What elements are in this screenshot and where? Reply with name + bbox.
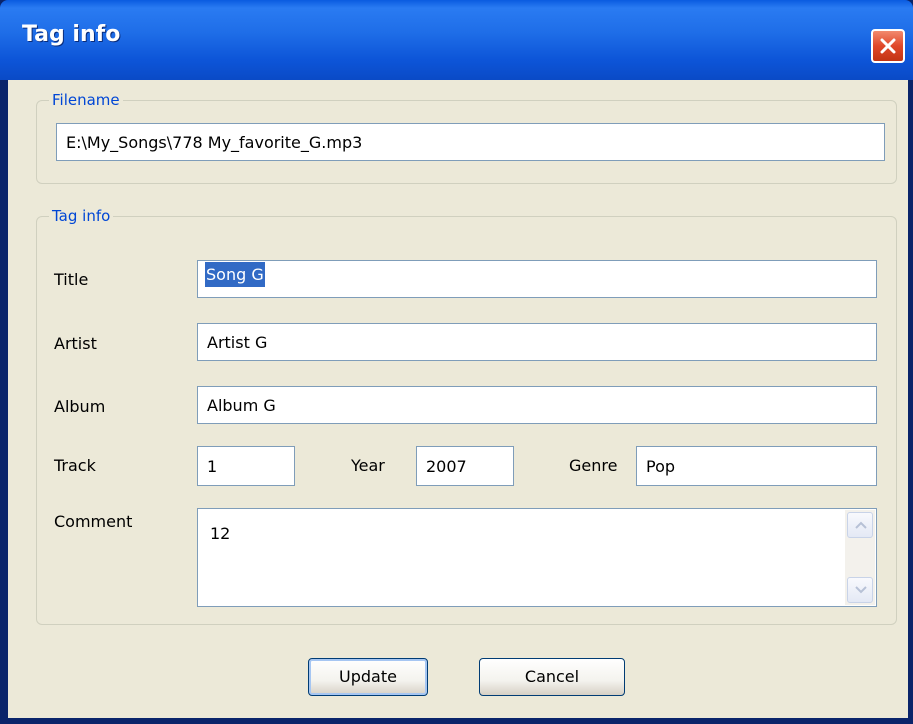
filename-group-legend: Filename	[49, 90, 123, 110]
comment-label: Comment	[54, 512, 133, 531]
track-label: Track	[54, 456, 96, 475]
album-label: Album	[54, 397, 106, 416]
title-label: Title	[54, 270, 89, 289]
title-field-selected-text: Song G	[205, 262, 265, 287]
track-field[interactable]	[197, 446, 295, 486]
album-field[interactable]	[197, 386, 877, 424]
comment-text: 12	[210, 524, 231, 543]
year-field[interactable]	[416, 446, 514, 486]
close-button[interactable]	[871, 29, 905, 63]
artist-label: Artist	[54, 334, 97, 353]
artist-field[interactable]	[197, 323, 877, 361]
window-title: Tag info	[22, 22, 121, 47]
genre-field[interactable]	[636, 446, 877, 486]
cancel-button[interactable]: Cancel	[479, 658, 625, 696]
scroll-up-button[interactable]	[847, 512, 873, 538]
title-field[interactable]	[197, 260, 877, 298]
genre-label: Genre	[569, 456, 618, 475]
scroll-down-button[interactable]	[847, 577, 873, 603]
year-label: Year	[351, 456, 385, 475]
tag-info-group-legend: Tag info	[49, 206, 114, 226]
title-bar[interactable]: Tag info	[0, 0, 913, 80]
comment-scrollbar[interactable]	[845, 510, 875, 605]
filename-field[interactable]	[56, 123, 885, 161]
update-button[interactable]: Update	[308, 658, 428, 696]
comment-field[interactable]: 12	[197, 508, 877, 607]
